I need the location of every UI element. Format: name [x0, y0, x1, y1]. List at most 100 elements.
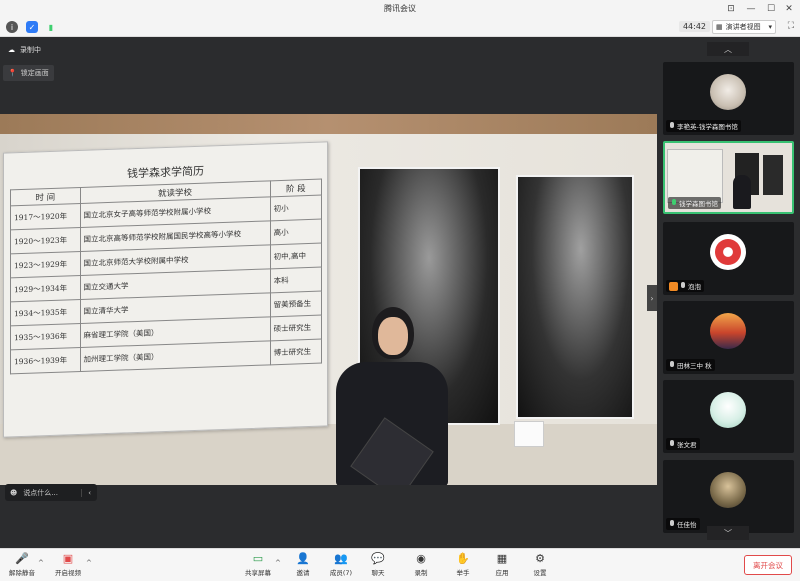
participant-name: 钱学森图书馆	[679, 200, 718, 208]
grid-icon: ▦	[716, 23, 723, 31]
historic-photo-family	[516, 175, 634, 419]
unmute-button[interactable]: 🎤 解除静音	[2, 551, 42, 580]
cartoon-avatar-icon	[710, 392, 746, 428]
minimize-button[interactable]: —	[744, 2, 758, 16]
maximize-button[interactable]: ☐	[764, 2, 778, 16]
board-cell: 初小	[270, 195, 322, 221]
add-user-icon: 👤	[296, 551, 310, 565]
mic-muted-icon	[680, 282, 686, 290]
chat-button[interactable]: 💬 聊天	[358, 551, 398, 580]
participant-name: 泡泡	[688, 283, 701, 291]
mic-off-icon: 🎤	[15, 551, 29, 565]
apps-button[interactable]: ▦ 应用	[482, 551, 522, 580]
apps-icon: ▦	[496, 551, 508, 565]
photo-caption-plaque	[514, 421, 544, 447]
speaker-face	[378, 317, 408, 355]
flower-avatar-icon	[710, 234, 746, 270]
record-button[interactable]: ◉ 录制	[401, 551, 441, 580]
board-cell: 本科	[270, 267, 322, 293]
speaker-video: 钱学森求学简历 时 间 就读学校 阶 段 1917～1920年 国立北京女子高等…	[0, 114, 657, 485]
board-cell: 1923～1929年	[10, 251, 81, 278]
close-button[interactable]: ✕	[782, 2, 796, 16]
main-stage: ☁ 录制中 📍 锁定画面 钱学森求学简历 时 间 就读学校 阶 段 1917～1…	[0, 37, 657, 548]
exhibit-board: 钱学森求学简历 时 间 就读学校 阶 段 1917～1920年 国立北京女子高等…	[3, 141, 328, 438]
pin-icon: 📍	[8, 69, 17, 77]
signal-icon[interactable]: ▮	[45, 21, 57, 33]
cloud-icon: ☁	[8, 46, 15, 54]
ceiling-wood	[0, 114, 657, 134]
hand-icon: ✋	[456, 551, 470, 565]
chat-icon: 💬	[371, 551, 385, 565]
participant-name: 李艳英-钱学森图书馆	[677, 123, 738, 131]
participant-name: 田林三中 秋	[677, 362, 712, 370]
members-label: 成员(7)	[329, 569, 353, 577]
record-icon: ◉	[416, 551, 426, 565]
share-screen-button[interactable]: ▭ 共享屏幕	[238, 551, 278, 580]
pin-window-icon[interactable]: ⊡	[724, 2, 738, 16]
chat-label: 聊天	[371, 569, 385, 577]
pin-view-button[interactable]: 📍 锁定画面	[3, 65, 54, 81]
mic-muted-icon	[669, 440, 675, 448]
participant-tile[interactable]: 田林三中 秋	[663, 301, 794, 374]
participant-tile[interactable]: 张文君	[663, 380, 794, 453]
participant-tile[interactable]: 泡泡	[663, 222, 794, 295]
sunset-avatar-icon	[710, 313, 746, 349]
raise-hand-button[interactable]: ✋ 举手	[443, 551, 483, 580]
chevron-down-icon: ▾	[768, 23, 772, 31]
view-mode-label: 演讲者视图	[725, 23, 761, 31]
pin-label: 锁定画面	[20, 69, 49, 77]
chat-input-bar[interactable]: ☻ 说点什么... ‹	[5, 484, 97, 501]
participant-tile[interactable]: 李艳英-钱学森图书馆	[663, 62, 794, 135]
board-cell: 博士研究生	[270, 339, 322, 365]
members-button[interactable]: 👥 成员(7)	[321, 551, 361, 580]
photo-avatar-icon	[710, 472, 746, 508]
participant-name-tag: 田林三中 秋	[666, 359, 715, 371]
board-cell: 初中,高中	[270, 243, 322, 269]
start-video-label: 开启视频	[55, 569, 81, 577]
chevron-up-icon[interactable]: ︿	[707, 42, 749, 56]
gear-icon: ⚙	[535, 551, 545, 565]
recording-label: 录制中	[20, 46, 41, 54]
mic-on-icon	[671, 199, 677, 207]
info-icon[interactable]: i	[6, 21, 18, 33]
participant-tile-active[interactable]: 钱学森图书馆	[663, 141, 794, 214]
cat-avatar-icon	[710, 74, 746, 110]
settings-button[interactable]: ⚙ 设置	[520, 551, 560, 580]
fullscreen-icon[interactable]: ⛶	[788, 21, 794, 31]
mic-muted-icon	[669, 361, 675, 369]
board-cell: 留美预备生	[270, 291, 322, 317]
unmute-label: 解除静音	[9, 569, 35, 577]
participant-name-tag: 泡泡	[666, 280, 704, 292]
recording-indicator: ☁ 录制中	[8, 45, 41, 55]
board-cell: 1929～1934年	[10, 275, 81, 302]
window-title: 腾讯会议	[384, 4, 416, 13]
audio-options-chevron-icon[interactable]: ^	[38, 559, 44, 567]
chevron-left-icon[interactable]: ‹	[81, 488, 97, 497]
participant-name: 任佳怡	[677, 521, 697, 529]
video-options-chevron-icon[interactable]: ^	[86, 559, 92, 567]
mic-muted-icon	[669, 122, 675, 130]
board-table: 时 间 就读学校 阶 段 1917～1920年 国立北京女子高等师范学校附属小学…	[10, 179, 322, 375]
board-cell: 1917～1920年	[10, 203, 81, 230]
leave-meeting-button[interactable]: 离开会议	[744, 555, 792, 575]
participant-name-tag: 张文君	[666, 438, 700, 450]
share-screen-label: 共享屏幕	[245, 569, 271, 577]
invite-button[interactable]: 👤 邀请	[283, 551, 323, 580]
chevron-down-icon[interactable]: ﹀	[707, 526, 749, 540]
apps-label: 应用	[495, 569, 509, 577]
meeting-toolbar: 🎤 解除静音 ^ ▣ 开启视频 ^ ▭ 共享屏幕 ^ 👤 邀请 👥 成员(7) …	[0, 548, 800, 581]
camera-off-icon: ▣	[62, 551, 74, 565]
participant-tile[interactable]: 任佳怡	[663, 460, 794, 533]
board-cell: 1935～1936年	[10, 323, 81, 350]
share-options-chevron-icon[interactable]: ^	[275, 559, 281, 567]
start-video-button[interactable]: ▣ 开启视频	[48, 551, 88, 580]
board-header: 阶 段	[270, 179, 322, 197]
emoji-icon[interactable]: ☻	[10, 489, 17, 497]
participant-panel: ︿ 李艳英-钱学森图书馆 钱学森图书馆 泡泡 田林三中 秋 张文君 任佳怡 ﹀	[657, 37, 800, 548]
chat-placeholder[interactable]: 说点什么...	[23, 488, 58, 498]
settings-label: 设置	[533, 569, 547, 577]
panel-toggle-icon[interactable]: ›	[647, 285, 657, 311]
shield-icon[interactable]: ✓	[26, 21, 38, 33]
view-mode-button[interactable]: ▦ 演讲者视图 ▾	[712, 20, 776, 34]
share-screen-icon: ▭	[252, 551, 264, 565]
